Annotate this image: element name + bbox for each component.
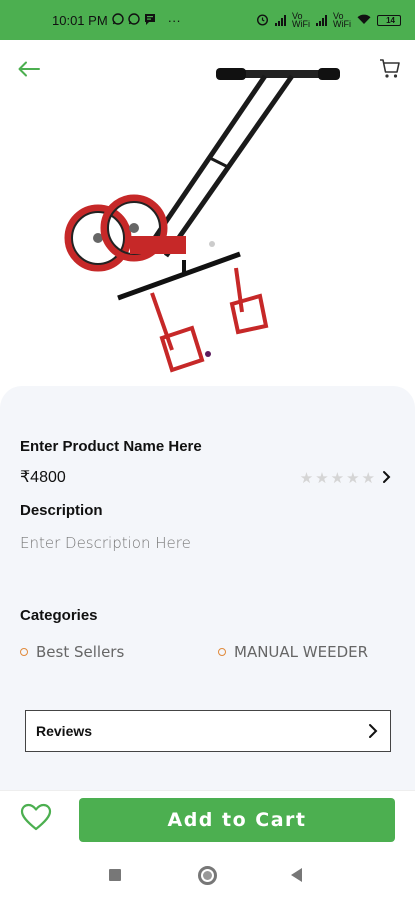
category-item[interactable]: MANUAL WEEDER: [218, 643, 368, 661]
product-details-panel: Enter Product Name Here ₹4800 ★ ★ ★ ★ ★ …: [0, 386, 415, 790]
message-icon: [144, 13, 156, 28]
system-back-button[interactable]: [291, 868, 302, 882]
cart-button[interactable]: [377, 56, 403, 82]
description-heading: Description: [20, 502, 103, 519]
cart-icon: [380, 59, 400, 78]
product-image: [60, 58, 350, 388]
description-text: Enter Description Here: [20, 534, 191, 552]
category-label: MANUAL WEEDER: [234, 643, 369, 661]
volte-label: Vo WiFi: [292, 11, 310, 29]
add-to-cart-button[interactable]: Add to Cart: [79, 798, 395, 842]
status-time: 10:01 PM: [52, 12, 108, 28]
categories-heading: Categories: [20, 607, 98, 624]
status-right: Vo WiFi Vo WiFi 14: [256, 11, 401, 29]
volte-label: Vo WiFi: [333, 11, 351, 29]
category-item[interactable]: Best Sellers: [20, 643, 124, 661]
star-icon: ★: [299, 469, 314, 487]
category-label: Best Sellers: [36, 643, 125, 661]
bullet-icon: [20, 648, 28, 656]
signal-icon: [316, 14, 327, 26]
reviews-button[interactable]: Reviews: [25, 710, 391, 752]
product-price: ₹4800: [20, 469, 66, 486]
home-button[interactable]: [198, 866, 217, 885]
product-name: Enter Product Name Here: [20, 438, 202, 455]
rating-stars[interactable]: ★ ★ ★ ★ ★: [300, 469, 375, 487]
whatsapp-icon: [111, 12, 124, 28]
battery-icon: 14: [377, 14, 401, 26]
status-left: 10:01 PM ···: [52, 13, 181, 28]
system-nav-bar: [0, 848, 415, 900]
whatsapp-icon: [127, 12, 140, 28]
battery-level: 14: [386, 15, 395, 25]
star-icon: ★: [361, 469, 375, 487]
reviews-label: Reviews: [36, 723, 93, 739]
signal-icon: [275, 14, 286, 26]
star-icon: ★: [330, 469, 345, 487]
status-bar: 10:01 PM ··· Vo WiFi Vo WiFi 14: [0, 0, 415, 40]
back-button[interactable]: [14, 56, 44, 82]
arrow-left-icon: [18, 61, 40, 77]
alarm-icon: [256, 13, 269, 28]
favorite-button[interactable]: [20, 803, 52, 833]
recent-apps-button[interactable]: [109, 869, 121, 881]
overflow-dots: ···: [167, 12, 181, 28]
chevron-right-icon: [366, 723, 380, 739]
chevron-right-icon[interactable]: [381, 470, 393, 484]
star-icon: ★: [315, 469, 329, 487]
bullet-icon: [218, 648, 226, 656]
heart-icon: [20, 803, 52, 831]
bottom-action-bar: Add to Cart: [0, 790, 415, 848]
star-icon: ★: [346, 469, 360, 487]
wifi-icon: [357, 14, 371, 27]
